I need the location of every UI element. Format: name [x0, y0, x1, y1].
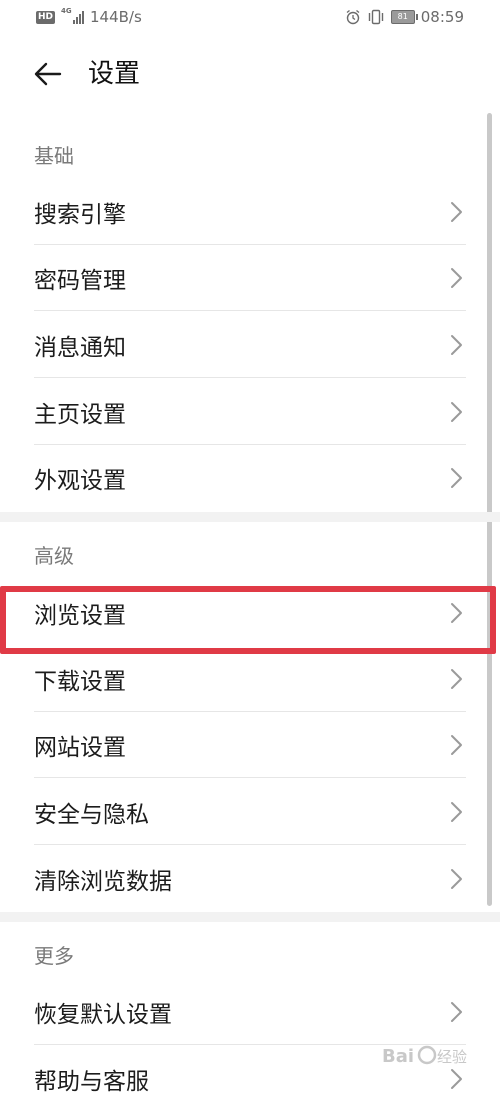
chevron-right-icon: [451, 468, 462, 488]
item-label: 安全与隐私: [34, 802, 149, 828]
item-label: 浏览设置: [34, 603, 126, 629]
chevron-right-icon: [451, 669, 462, 689]
item-label: 下载设置: [34, 669, 126, 695]
item-label: 外观设置: [34, 468, 126, 494]
status-bar: HD 4G 144B/s 81 08:59: [0, 0, 500, 36]
settings-item-homepage[interactable]: 主页设置: [34, 379, 466, 445]
chevron-right-icon: [451, 1069, 462, 1089]
chevron-right-icon: [451, 1002, 462, 1022]
chevron-right-icon: [451, 603, 462, 623]
settings-item-downloads[interactable]: 下载设置: [34, 646, 466, 712]
clock: 08:59: [420, 8, 464, 26]
settings-item-notifications[interactable]: 消息通知: [34, 312, 466, 378]
item-label: 清除浏览数据: [34, 869, 172, 895]
divider: [34, 844, 466, 845]
settings-item-appearance[interactable]: 外观设置: [34, 445, 466, 511]
chevron-right-icon: [451, 402, 462, 422]
status-right: 81 08:59: [345, 8, 464, 26]
section-title-more: 更多: [34, 944, 74, 968]
svg-text:Bai: Bai: [382, 1046, 414, 1067]
scrollbar[interactable]: [487, 113, 492, 906]
hd-badge: HD: [36, 10, 56, 24]
item-label: 恢复默认设置: [34, 1002, 172, 1028]
section-title-advanced: 高级: [34, 544, 74, 568]
divider: [34, 310, 466, 311]
item-label: 网站设置: [34, 735, 126, 761]
battery-icon: 81: [390, 10, 418, 24]
section-gap: [0, 912, 500, 922]
settings-item-sites[interactable]: 网站设置: [34, 712, 466, 778]
alarm-icon: [346, 9, 360, 25]
settings-item-privacy[interactable]: 安全与隐私: [34, 779, 466, 845]
network-speed: 144B/s: [90, 8, 142, 26]
item-label: 密码管理: [34, 268, 126, 294]
status-left: HD 4G 144B/s: [36, 7, 142, 26]
chevron-right-icon: [451, 735, 462, 755]
settings-item-password[interactable]: 密码管理: [34, 245, 466, 311]
chevron-right-icon: [451, 869, 462, 889]
chevron-right-icon: [451, 268, 462, 288]
app-header: 设置: [0, 40, 500, 110]
section-title-basic: 基础: [34, 144, 74, 168]
arrow-left-icon: [34, 62, 62, 86]
signal-icon: 4G: [61, 7, 85, 24]
section-gap: [0, 512, 500, 522]
back-button[interactable]: [30, 56, 66, 92]
baidu-watermark-logo: Bai 经验: [382, 1040, 472, 1070]
settings-item-restore-defaults[interactable]: 恢复默认设置: [34, 979, 466, 1045]
item-label: 消息通知: [34, 335, 126, 361]
network-type: 4G: [61, 6, 72, 15]
chevron-right-icon: [451, 202, 462, 222]
chevron-right-icon: [451, 802, 462, 822]
vibrate-icon: [368, 9, 383, 25]
divider: [34, 777, 466, 778]
settings-item-browsing[interactable]: 浏览设置: [34, 580, 466, 646]
item-label: 搜索引擎: [34, 202, 126, 228]
item-label: 主页设置: [34, 402, 126, 428]
svg-text:经验: 经验: [437, 1048, 467, 1066]
chevron-right-icon: [451, 335, 462, 355]
page-title: 设置: [88, 59, 141, 89]
settings-item-search-engine[interactable]: 搜索引擎: [34, 179, 466, 245]
divider: [34, 377, 466, 378]
settings-item-clear-data[interactable]: 清除浏览数据: [34, 846, 466, 912]
